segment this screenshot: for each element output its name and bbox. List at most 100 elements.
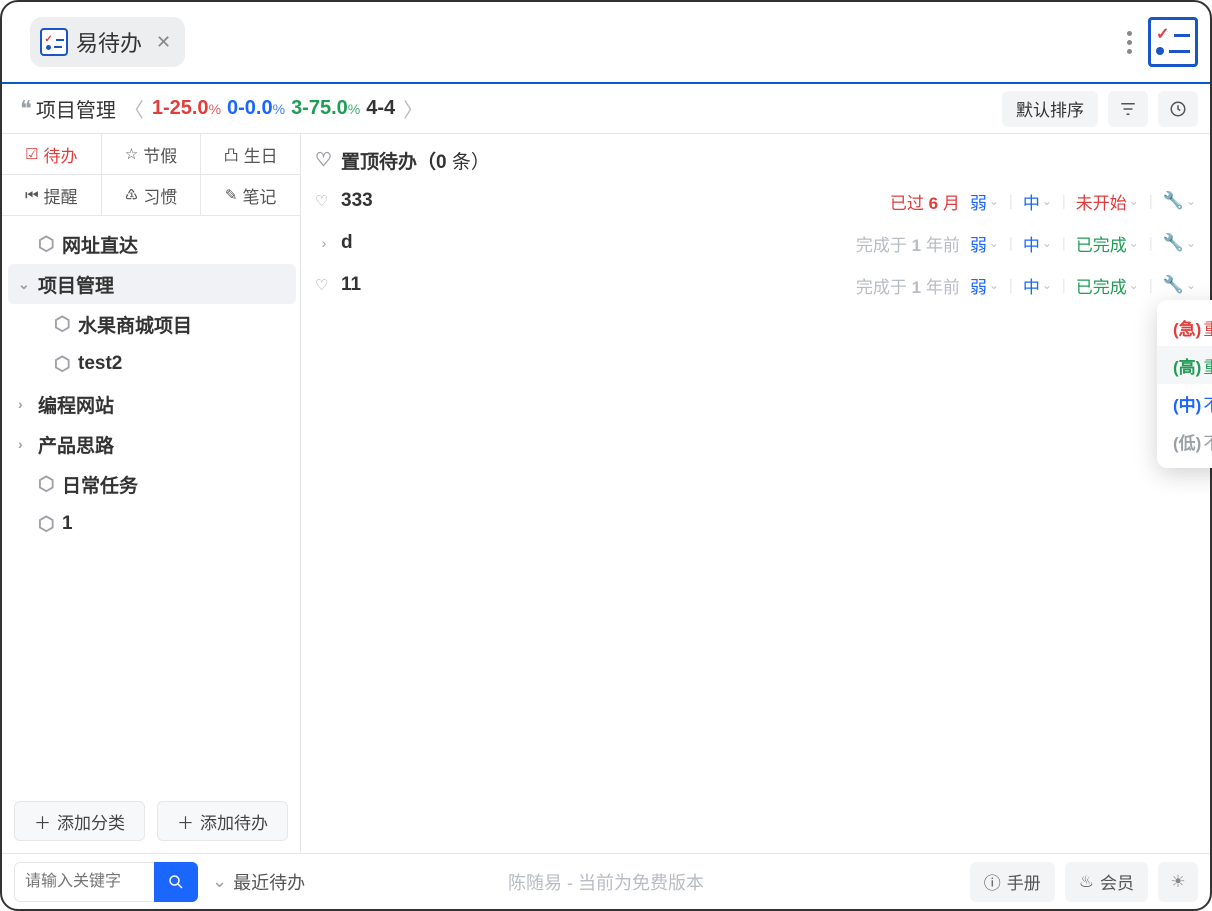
tree-item-one[interactable]: ›⬡1 xyxy=(8,504,296,544)
main-panel: ♡ 置顶待办（0 条） ♡ 333 已过 6 月 弱⌄ | 中⌄ | 未开始⌄ … xyxy=(301,134,1210,853)
priority-tag[interactable]: 中⌄ xyxy=(1023,231,1052,256)
settings-tag[interactable]: 🔧⌄ xyxy=(1163,233,1196,253)
cube-icon: ⬡ xyxy=(38,473,56,496)
priority-tag[interactable]: 中⌄ xyxy=(1023,273,1052,298)
checkbox-icon: ☑ xyxy=(25,145,38,163)
tree-item-project-mgmt[interactable]: ⌄项目管理 xyxy=(8,264,296,304)
popover-item-low[interactable]: (低) 不重要且不紧急 xyxy=(1157,422,1212,460)
app-brand-icon[interactable]: ✓ xyxy=(1148,17,1198,67)
history-button[interactable] xyxy=(1158,91,1198,127)
add-todo-button[interactable]: ＋添加待办 xyxy=(157,801,288,841)
chevron-right-icon: › xyxy=(18,396,32,412)
title-bar: ✓ 易待办 ✕ ✓ xyxy=(2,2,1210,84)
status-tag[interactable]: 未开始⌄ xyxy=(1076,189,1139,214)
rewind-icon: ⏮ xyxy=(25,187,39,204)
intensity-tag[interactable]: 弱⌄ xyxy=(970,231,999,256)
app-tab[interactable]: ✓ 易待办 ✕ xyxy=(30,17,185,67)
manual-button[interactable]: ⓘ手册 xyxy=(970,862,1055,902)
side-tab-habit[interactable]: ♳习惯 xyxy=(102,175,201,215)
chevron-right-icon: › xyxy=(18,436,32,452)
sun-icon: ☀ xyxy=(1170,872,1185,892)
sort-button[interactable]: 默认排序 xyxy=(1002,91,1098,127)
popover-item-medium[interactable]: (中) 不重要但紧急 xyxy=(1157,384,1212,422)
tree-item-product-ideas[interactable]: ›产品思路 xyxy=(8,424,296,464)
side-tab-todo[interactable]: ☑待办 xyxy=(2,134,101,174)
page-title: 项目管理 xyxy=(36,94,116,123)
more-vertical-icon[interactable] xyxy=(1118,31,1140,54)
category-tree: ›⬡网址直达 ⌄项目管理 ⬡水果商城项目 ⬡test2 ›编程网站 ›产品思路 … xyxy=(2,216,300,789)
quote-icon: ❝ xyxy=(20,96,32,122)
star-icon: ☆ xyxy=(125,145,138,163)
todo-title: d xyxy=(341,232,353,254)
search-icon xyxy=(167,873,185,891)
note-icon: ✎ xyxy=(225,186,238,204)
status-tag[interactable]: 已完成⌄ xyxy=(1076,231,1139,256)
chevron-down-icon: ⌄ xyxy=(1129,194,1139,208)
stat-overdue: 1-25.0% xyxy=(152,97,221,120)
side-tab-birthday[interactable]: 凸生日 xyxy=(201,134,300,174)
plus-icon: ＋ xyxy=(34,809,51,834)
priority-popover: (急) 重要且紧急 (高) 重要不紧急 (中) 不重要但紧急 (低) 不重要且不… xyxy=(1157,300,1212,468)
app-tab-title: 易待办 xyxy=(76,26,142,58)
theme-button[interactable]: ☀ xyxy=(1158,862,1198,902)
side-tab-holiday[interactable]: ☆节假 xyxy=(102,134,201,174)
add-category-button[interactable]: ＋添加分类 xyxy=(14,801,145,841)
popover-item-high[interactable]: (高) 重要不紧急 xyxy=(1157,346,1212,384)
history-icon xyxy=(1169,100,1187,118)
filter-button[interactable] xyxy=(1108,91,1148,127)
close-icon[interactable]: ✕ xyxy=(156,32,171,53)
pinned-section-header[interactable]: ♡ 置顶待办（0 条） xyxy=(315,140,1196,180)
stat-total: 4-4 xyxy=(366,97,395,120)
cube-icon: ⬡ xyxy=(54,313,72,336)
intensity-tag[interactable]: 弱⌄ xyxy=(970,189,999,214)
popover-item-urgent[interactable]: (急) 重要且紧急 xyxy=(1157,308,1212,346)
sidebar: ☑待办 ☆节假 凸生日 ⏮提醒 ♳习惯 ✎笔记 ›⬡网址直达 ⌄项目管理 ⬡水果… xyxy=(2,134,301,853)
plus-icon: ＋ xyxy=(177,809,194,834)
info-icon: ⓘ xyxy=(984,869,1001,894)
tree-item-test2[interactable]: ⬡test2 xyxy=(8,344,296,384)
stat-progress: 0-0.0% xyxy=(227,97,285,120)
flame-icon: ♨ xyxy=(1079,872,1094,892)
todo-row[interactable]: › d 完成于 1 年前 弱⌄ | 中⌄ | 已完成⌄ | 🔧⌄ xyxy=(315,222,1196,264)
todo-row[interactable]: ♡ 333 已过 6 月 弱⌄ | 中⌄ | 未开始⌄ | 🔧⌄ xyxy=(315,180,1196,222)
chevron-right-icon[interactable]: › xyxy=(315,235,333,251)
wrench-icon: 🔧 xyxy=(1163,191,1184,211)
sidebar-tabs: ☑待办 ☆节假 凸生日 ⏮提醒 ♳习惯 ✎笔记 xyxy=(2,134,300,216)
search-input[interactable] xyxy=(14,862,154,902)
recent-todos-button[interactable]: ⌄ 最近待办 xyxy=(212,869,305,895)
due-label: 已过 6 月 xyxy=(890,189,960,214)
member-button[interactable]: ♨会员 xyxy=(1065,862,1148,902)
chevron-down-icon: ⌄ xyxy=(1186,194,1196,208)
chevron-down-icon: ⌄ xyxy=(989,194,999,208)
cake-icon: 凸 xyxy=(224,144,239,165)
chevron-down-icon: ⌄ xyxy=(1042,194,1052,208)
settings-tag[interactable]: 🔧⌄ xyxy=(1163,275,1196,295)
stat-done: 3-75.0% xyxy=(291,97,360,120)
todo-row[interactable]: ♡ 11 完成于 1 年前 弱⌄ | 中⌄ | 已完成⌄ | 🔧⌄ xyxy=(315,264,1196,306)
tree-item-coding-sites[interactable]: ›编程网站 xyxy=(8,384,296,424)
status-tag[interactable]: 已完成⌄ xyxy=(1076,273,1139,298)
priority-tag[interactable]: 中⌄ xyxy=(1023,189,1052,214)
cube-icon: ⬡ xyxy=(38,233,56,256)
cube-icon: ⬡ xyxy=(38,513,56,536)
app-logo-icon: ✓ xyxy=(40,28,68,56)
wrench-icon: 🔧 xyxy=(1163,275,1184,295)
bulb-icon: ♡ xyxy=(315,276,333,294)
tree-item-fruit-mall[interactable]: ⬡水果商城项目 xyxy=(8,304,296,344)
bulb-icon: ♡ xyxy=(315,149,333,172)
cube-icon: ⬡ xyxy=(54,353,72,376)
search-button[interactable] xyxy=(154,862,198,902)
intensity-tag[interactable]: 弱⌄ xyxy=(970,273,999,298)
tree-item-daily-tasks[interactable]: ›⬡日常任务 xyxy=(8,464,296,504)
side-tab-remind[interactable]: ⏮提醒 xyxy=(2,175,101,215)
due-label: 完成于 1 年前 xyxy=(856,273,960,298)
page-header: ❝ 项目管理 〈 1-25.0% 0-0.0% 3-75.0% 4-4 〉 默认… xyxy=(2,84,1210,134)
side-tab-note[interactable]: ✎笔记 xyxy=(201,175,300,215)
filter-icon xyxy=(1119,100,1137,118)
todo-title: 333 xyxy=(341,190,373,212)
settings-tag[interactable]: 🔧⌄ xyxy=(1163,191,1196,211)
breadcrumb: 项目管理 〈 1-25.0% 0-0.0% 3-75.0% 4-4 〉 xyxy=(36,94,425,123)
due-label: 完成于 1 年前 xyxy=(856,231,960,256)
tree-item-urls[interactable]: ›⬡网址直达 xyxy=(8,224,296,264)
habit-icon: ♳ xyxy=(125,186,138,204)
